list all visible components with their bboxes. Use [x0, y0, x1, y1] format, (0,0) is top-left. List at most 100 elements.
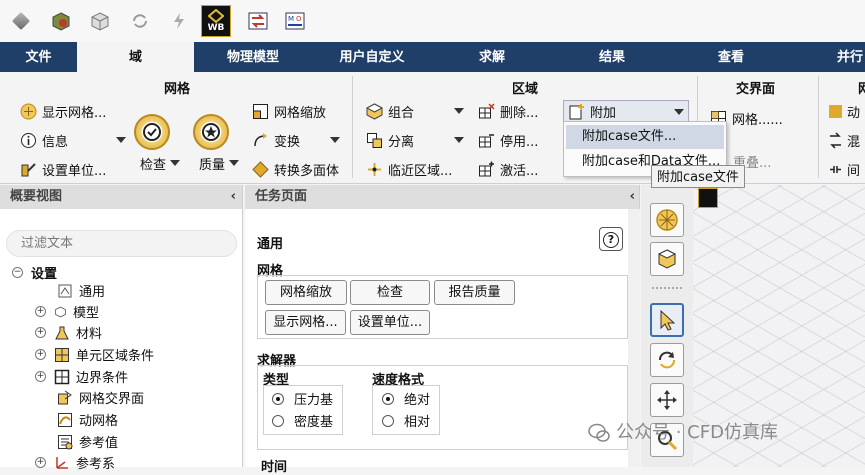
append-case-file-item[interactable]: 附加case文件... — [566, 125, 724, 149]
mo-icon[interactable]: MO — [282, 8, 308, 34]
tab-domain[interactable]: 域 — [77, 42, 194, 72]
flask-icon — [55, 326, 69, 339]
tab-physics[interactable]: 物理模型 — [194, 42, 312, 72]
quality-button[interactable]: 质量 — [199, 152, 240, 174]
tree-item-label: 动网格 — [79, 414, 119, 429]
mesh-cube-icon[interactable] — [48, 8, 74, 34]
rotate-icon[interactable] — [650, 343, 684, 377]
separate-button[interactable]: 分离 — [366, 129, 465, 151]
mixing-plane-button[interactable]: 混 — [829, 129, 860, 151]
polyhedra-icon — [252, 160, 269, 178]
chevron-down-icon — [229, 160, 240, 166]
select-pointer-icon[interactable] — [650, 303, 684, 337]
watermark: 公众号 · CFD仿真库 — [588, 420, 778, 446]
transform-button[interactable]: 变换 — [252, 129, 341, 151]
display-mesh-label: 显示网格... — [42, 105, 107, 121]
pressure-based-radio[interactable]: 压力基 — [272, 389, 333, 408]
tree-item-cell-zone-conditions[interactable]: + 单元区域条件 — [35, 344, 154, 365]
tree-item-materials[interactable]: + 材料 — [35, 322, 102, 343]
dynamic-mesh-icon — [829, 104, 842, 118]
collapse-chevron-icon[interactable]: ‹ — [231, 185, 236, 209]
chevron-down-icon — [170, 160, 181, 166]
scale-mesh-button[interactable]: 网格缩放 — [265, 280, 347, 305]
set-units-button[interactable]: 设置单位... — [20, 158, 106, 180]
time-section-title: 时间 — [261, 460, 288, 475]
check-button[interactable]: 检查 — [140, 152, 181, 174]
delete-button[interactable]: 删除... — [478, 100, 538, 122]
dynamic-mesh-button[interactable]: 动 — [829, 100, 860, 122]
combine-button[interactable]: 组合 — [366, 100, 465, 122]
expand-icon[interactable]: + — [35, 371, 46, 382]
adjacency-icon — [368, 162, 381, 176]
outline-view-panel: 概要视图 ‹ 过滤文本 − 设置 通用 + 模型 + 材料 + 单元区域条件 +… — [0, 185, 243, 472]
chevron-down-icon — [454, 137, 465, 143]
tree-item-label: 参考值 — [79, 436, 119, 451]
quality-icon[interactable] — [193, 114, 229, 150]
tree-item-models[interactable]: + 模型 — [35, 301, 99, 322]
scale-mesh-label: 网格缩放 — [274, 105, 327, 121]
cube-outline-icon[interactable] — [87, 8, 113, 34]
mesh-group-title: 网格 — [164, 82, 191, 97]
boundary-icon — [54, 369, 70, 384]
tree-item-boundary-conditions[interactable]: + 边界条件 — [35, 366, 128, 387]
tab-solution[interactable]: 求解 — [432, 42, 552, 72]
adjacency-button[interactable]: 临近区域... — [366, 158, 452, 180]
absolute-radio[interactable]: 绝对 — [382, 389, 430, 408]
tab-file[interactable]: 文件 — [0, 42, 77, 72]
info-button[interactable]: 信息 — [20, 129, 127, 151]
activate-grid-icon — [479, 161, 494, 176]
tab-results[interactable]: 结果 — [552, 42, 672, 72]
gap-button[interactable]: 间 — [829, 158, 860, 180]
tab-parallel[interactable]: 并行 — [790, 42, 865, 72]
filter-text-input[interactable]: 过滤文本 — [6, 230, 237, 257]
expand-icon[interactable]: + — [35, 349, 46, 360]
pan-icon[interactable] — [650, 383, 684, 417]
combine-icon — [366, 102, 383, 120]
expand-icon[interactable]: + — [35, 306, 46, 317]
convert-polyhedra-button[interactable]: 转换多面体 — [252, 158, 339, 180]
mixing-icon — [830, 131, 841, 149]
collapse-icon[interactable]: − — [12, 267, 23, 278]
task-page-title: 任务页面 — [255, 189, 308, 204]
chevron-down-icon — [330, 137, 341, 143]
scale-mesh-button[interactable]: 网格缩放 — [252, 100, 326, 122]
display-mesh-button[interactable]: 显示网格... — [20, 100, 106, 122]
tree-item-label: 设置 — [31, 267, 58, 282]
append-icon — [569, 104, 584, 120]
radio-label: 压力基 — [294, 393, 334, 408]
tab-user-defined[interactable]: 用户自定义 — [312, 42, 432, 72]
expand-icon[interactable]: + — [35, 457, 46, 468]
tree-item-reference-values[interactable]: 参考值 — [57, 431, 118, 452]
expand-icon[interactable]: + — [35, 327, 46, 338]
tab-view[interactable]: 查看 — [672, 42, 790, 72]
tree-item-general[interactable]: 通用 — [57, 280, 105, 301]
lightning-icon[interactable] — [166, 8, 192, 34]
tree-item-setup[interactable]: − 设置 — [12, 262, 57, 283]
swap-icon[interactable] — [245, 8, 271, 34]
activate-button[interactable]: 激活... — [478, 158, 538, 180]
wb-icon[interactable]: WB — [201, 5, 231, 37]
refresh-icon[interactable] — [127, 8, 153, 34]
tree-item-mesh-interfaces[interactable]: 网格交界面 — [57, 387, 144, 408]
tree-item-reference-frames[interactable]: + 参考系 — [35, 452, 115, 473]
set-units-label: 设置单位... — [42, 163, 107, 179]
relative-radio[interactable]: 相对 — [382, 411, 430, 430]
cube-icon[interactable] — [8, 8, 34, 34]
wechat-icon — [588, 423, 610, 442]
append-button[interactable]: 附加 — [563, 100, 689, 123]
mesh-display-icon[interactable] — [650, 203, 684, 237]
deactivate-button[interactable]: 停用... — [478, 129, 538, 151]
set-units-button[interactable]: 设置单位... — [350, 310, 430, 335]
check-icon[interactable] — [134, 114, 170, 150]
check-mesh-button[interactable]: 检查 — [350, 280, 430, 305]
density-based-radio[interactable]: 密度基 — [272, 411, 333, 430]
fit-view-icon[interactable] — [650, 242, 684, 276]
tree-item-dynamic-mesh[interactable]: 动网格 — [57, 409, 118, 430]
display-mesh-button[interactable]: 显示网格... — [265, 310, 346, 335]
separate-label: 分离 — [388, 134, 415, 150]
help-button[interactable]: ? — [599, 227, 623, 251]
deactivate-label: 停用... — [500, 134, 539, 150]
collapse-chevron-icon[interactable]: ‹ — [630, 185, 635, 209]
report-quality-button[interactable]: 报告质量 — [434, 280, 515, 305]
axes-icon — [56, 456, 68, 469]
